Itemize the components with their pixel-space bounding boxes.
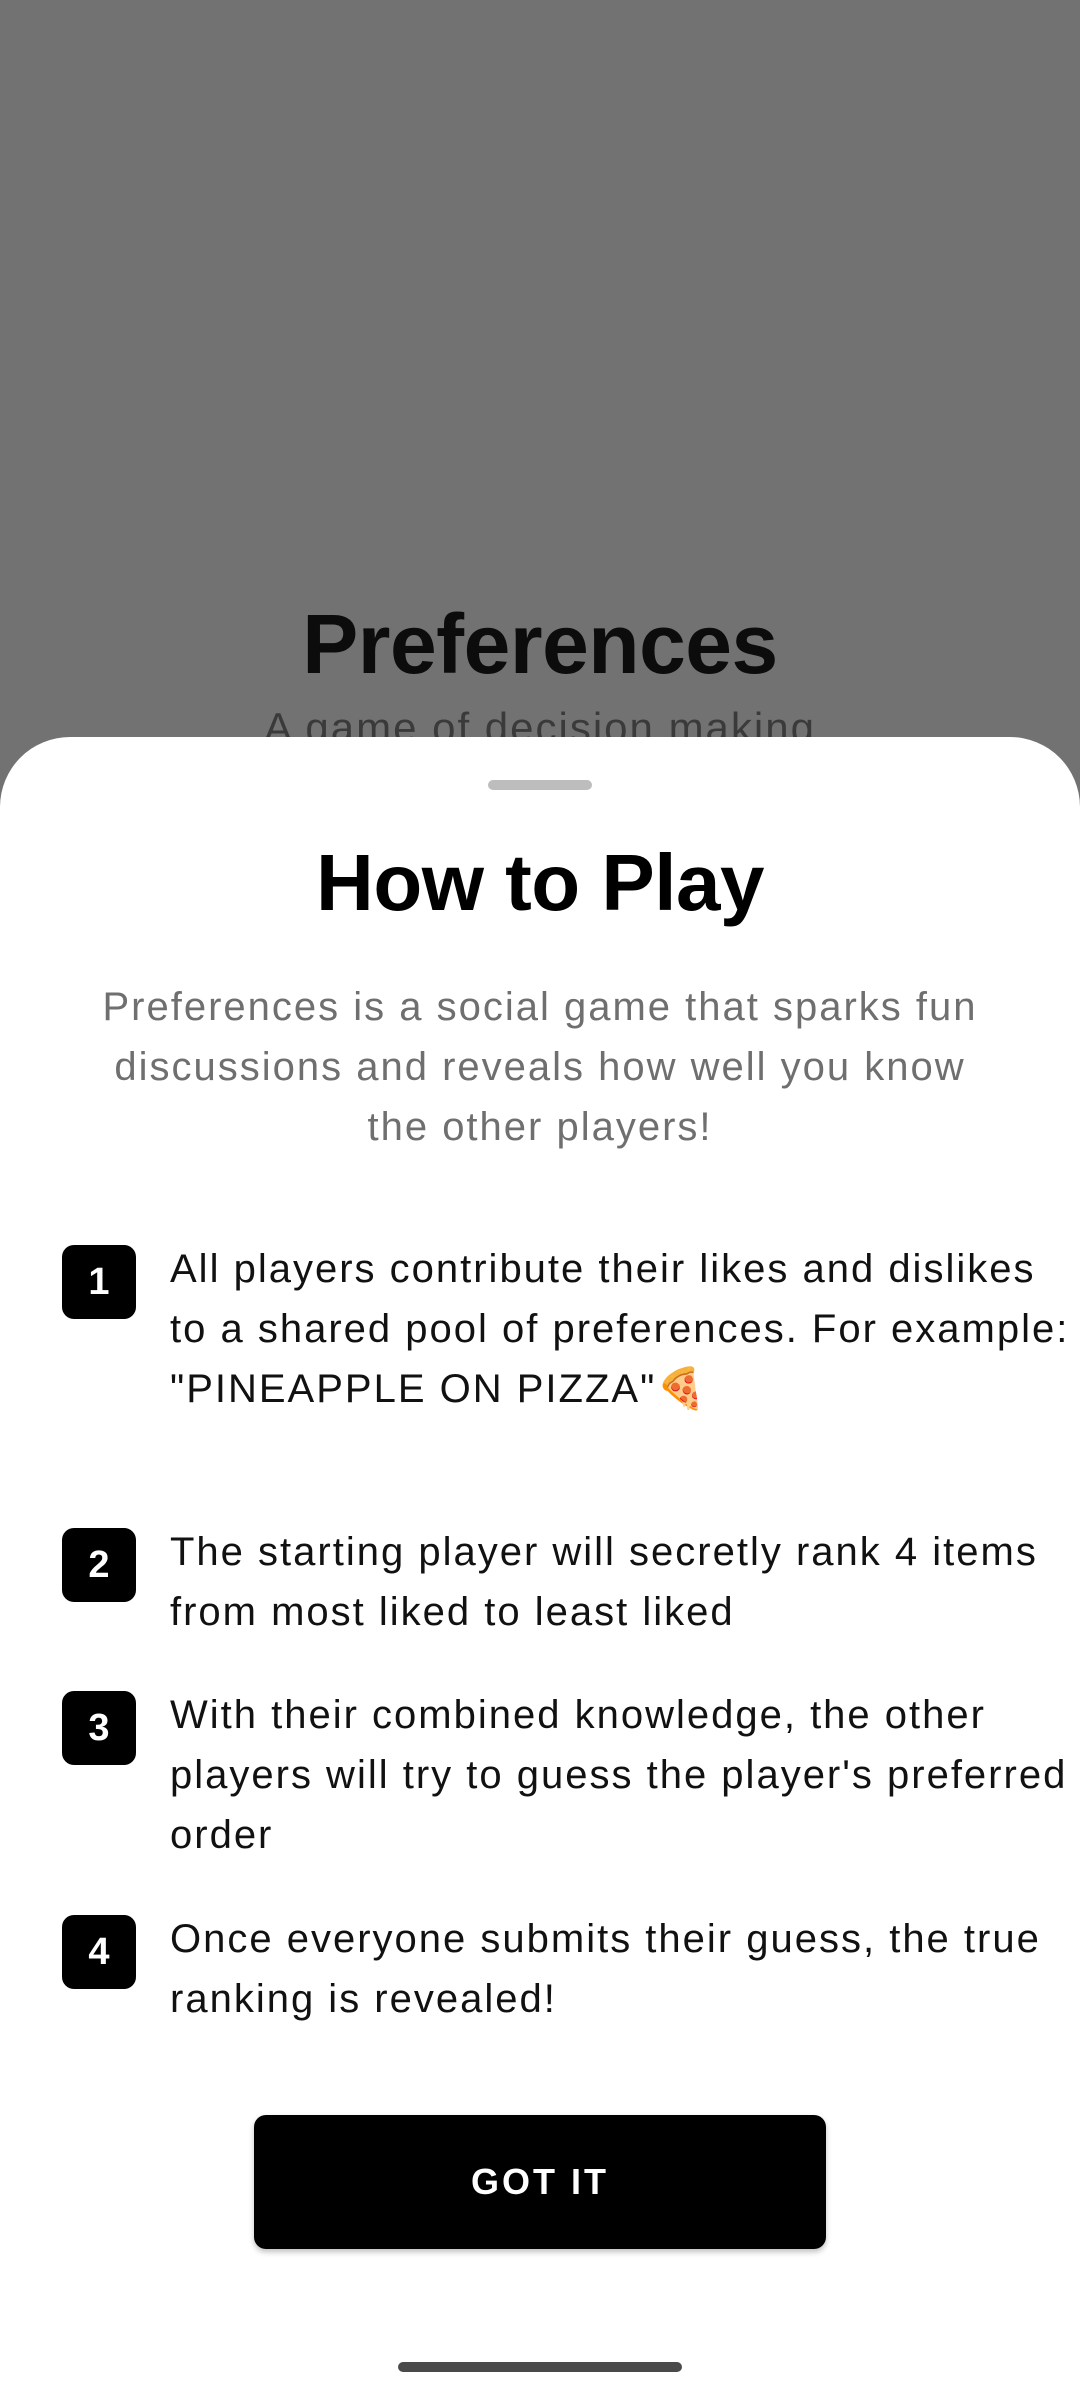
step-text: Once everyone submits their guess, the t… (170, 1917, 1041, 2021)
step-number-badge: 2 (62, 1528, 136, 1602)
app-title: Preferences (302, 597, 778, 691)
sheet-intro-text: Preferences is a social game that sparks… (102, 985, 978, 1149)
step-number-badge: 4 (62, 1915, 136, 1989)
sheet-drag-handle[interactable] (488, 780, 592, 790)
home-indicator[interactable] (398, 2362, 682, 2372)
step-number-badge: 3 (62, 1691, 136, 1765)
step-number-badge: 1 (62, 1245, 136, 1319)
sheet-title: How to Play (316, 838, 764, 927)
step-text: The starting player will secretly rank 4… (170, 1530, 1038, 1634)
got-it-button[interactable]: GOT IT (254, 2115, 826, 2249)
how-to-play-sheet: How to Play Preferences is a social game… (0, 737, 1080, 2400)
step-text: With their combined knowledge, the other… (170, 1693, 1068, 1857)
step-text: All players contribute their likes and d… (170, 1247, 1070, 1411)
